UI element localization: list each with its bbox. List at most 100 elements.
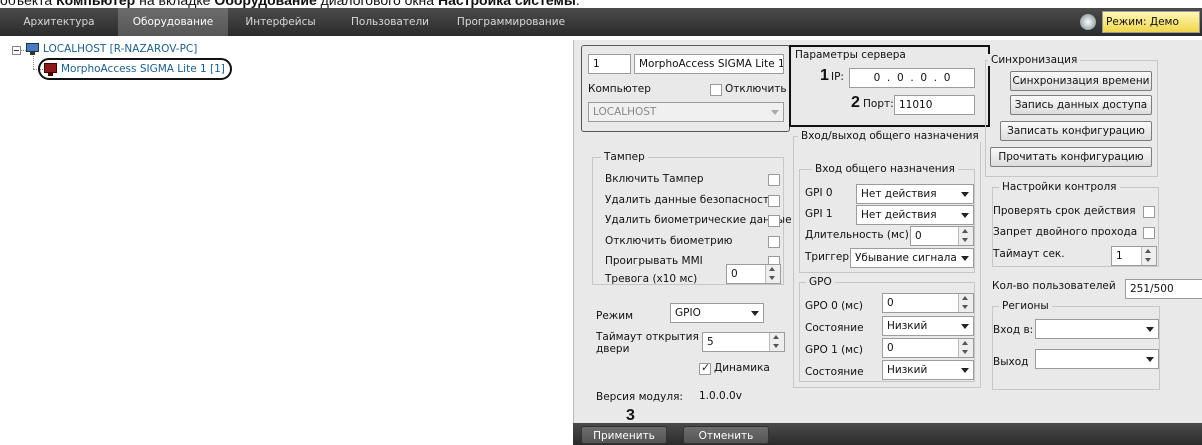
gpi-title: Вход общего назначения [812,163,958,175]
tab-architecture[interactable]: Архитектура [0,8,118,36]
dynamic-checkbox[interactable] [699,361,711,375]
apply-button[interactable]: Применить [581,426,667,444]
gpo-title: GPO [806,276,835,288]
write-config-button[interactable]: Записать конфигурацию [1000,121,1152,141]
gpo0-label: GPO 0 (мс) [805,300,863,312]
collapse-icon[interactable] [12,46,21,55]
spinner-icon[interactable] [769,333,784,351]
trigger-select[interactable]: Убывание сигнала [850,248,974,268]
double-pass-label: Запрет двойного прохода [993,226,1138,238]
computer-select[interactable]: LOCALHOST [588,102,784,122]
callout-1: 1 [820,67,829,84]
tab-interfaces[interactable]: Интерфейсы [228,8,333,36]
io-group: Вход/выход общего назначения Вход общего… [793,130,982,388]
gpo1-label: GPO 1 (мс) [805,344,863,356]
regions-group: Регионы Вход в: Выход [992,300,1160,390]
alarm-input[interactable]: 0 [726,264,781,284]
sync-title: Синхронизация [988,54,1081,66]
door-timeout-input[interactable]: 5 [702,332,785,352]
duration-input[interactable]: 0 [910,226,974,246]
control-group: Настройки контроля Проверять срок действ… [992,181,1159,267]
gpo0-input[interactable]: 0 [882,293,974,313]
regions-title: Регионы [999,300,1052,312]
tamper-item-label: Отключить биометрию [605,235,733,247]
callout-2: 2 [851,94,860,111]
control-timeout-label: Таймаут сек. [993,248,1065,260]
document-caption: объекта Компьютер на вкладке Оборудовани… [0,0,580,8]
door-timeout-label-2: двери [596,343,630,355]
exit-region-select[interactable] [1035,349,1159,369]
chevron-down-icon [1146,357,1154,362]
tree-node-localhost[interactable]: LOCALHOST [R-NAZAROV-PC] [43,43,197,55]
disable-checkbox[interactable] [710,84,722,96]
tamper-title: Тампер [601,151,648,163]
door-timeout-label: Таймаут открытия [596,331,699,343]
selection-highlight [38,58,232,80]
settings-panel: 1 MorphoAccess SIGMA Lite 1 Компьютер От… [573,40,1202,445]
state1-label: Состояние [805,366,864,378]
exit-label: Выход [993,356,1029,368]
object-name-field[interactable]: MorphoAccess SIGMA Lite 1 [634,54,784,74]
gpi0-select[interactable]: Нет действия [856,184,974,204]
write-access-data-button[interactable]: Запись данных доступа [1010,95,1152,115]
duration-label: Длительность (мс) [805,229,909,241]
chevron-down-icon [961,213,969,218]
check-validity-checkbox[interactable] [1143,206,1155,218]
gpo1-input[interactable]: 0 [882,338,974,358]
check-validity-label: Проверять срок действия [993,205,1136,217]
port-label: Порт: [863,98,894,110]
mode-icon [1080,14,1096,30]
chevron-down-icon [751,311,759,316]
state1-select[interactable]: Низкий [882,360,974,380]
gpi1-select[interactable]: Нет действия [856,205,974,225]
delete-security-checkbox[interactable] [768,195,780,207]
users-count-label: Кол-во пользователей [992,280,1116,292]
chevron-down-icon [961,256,969,261]
module-version-value: 1.0.0.0v [699,390,742,402]
sync-time-button[interactable]: Синхронизация времени [1010,71,1152,91]
cancel-button[interactable]: Отменить [683,426,769,444]
dynamic-label: Динамика [714,362,770,374]
gpi-group: Вход общего назначения GPI 0 Нет действи… [799,163,975,273]
enter-label: Вход в: [993,324,1034,336]
gpo-group: GPO GPO 0 (мс) 0 Состояние Низкий GPO 1 … [799,276,975,382]
object-box: 1 MorphoAccess SIGMA Lite 1 Компьютер От… [581,45,790,132]
computer-icon [26,43,39,52]
tab-users[interactable]: Пользователи [333,8,447,36]
enter-region-select[interactable] [1035,319,1159,339]
spinner-icon[interactable] [958,294,973,312]
spinner-icon[interactable] [958,339,973,357]
object-id-field[interactable]: 1 [588,54,631,74]
tamper-group: Тампер Включить Тампер Удалить данные бе… [592,151,792,285]
alarm-label: Тревога (x10 мс) [605,273,698,285]
control-title: Настройки контроля [999,181,1120,193]
spinner-icon[interactable] [765,265,780,283]
chevron-down-icon [961,324,969,329]
tamper-item-label: Проигрывать MMI [605,255,703,267]
mode-select[interactable]: GPIO [670,303,764,323]
server-params-title: Параметры сервера [795,49,906,61]
tab-programming[interactable]: Программирование [447,8,575,36]
sync-group: Синхронизация Синхронизация времени Запи… [985,54,1158,177]
users-count-field: 251/500 [1125,279,1202,299]
spinner-icon[interactable] [958,227,973,245]
delete-biometric-checkbox[interactable] [768,215,780,227]
chevron-down-icon [961,192,969,197]
io-title: Вход/выход общего назначения [798,130,982,142]
bottom-bar: Применить Отменить [573,423,1202,445]
double-pass-checkbox[interactable] [1143,227,1155,239]
chevron-down-icon [771,110,779,115]
mode-indicator[interactable]: Режим: Демо [1102,11,1200,33]
chevron-down-icon [961,368,969,373]
disable-biometric-checkbox[interactable] [768,236,780,248]
ip-input[interactable]: 0 . 0 . 0 . 0 [849,68,975,88]
tamper-enable-checkbox[interactable] [768,174,780,186]
control-timeout-input[interactable]: 1 [1111,246,1157,266]
port-input[interactable]: 11010 [894,95,975,115]
tab-equipment[interactable]: Оборудование [118,8,228,36]
gpi0-label: GPI 0 [805,187,833,199]
read-config-button[interactable]: Прочитать конфигурацию [990,147,1152,167]
state0-select[interactable]: Низкий [882,316,974,336]
spinner-icon[interactable] [1141,247,1156,265]
chevron-down-icon [1146,327,1154,332]
